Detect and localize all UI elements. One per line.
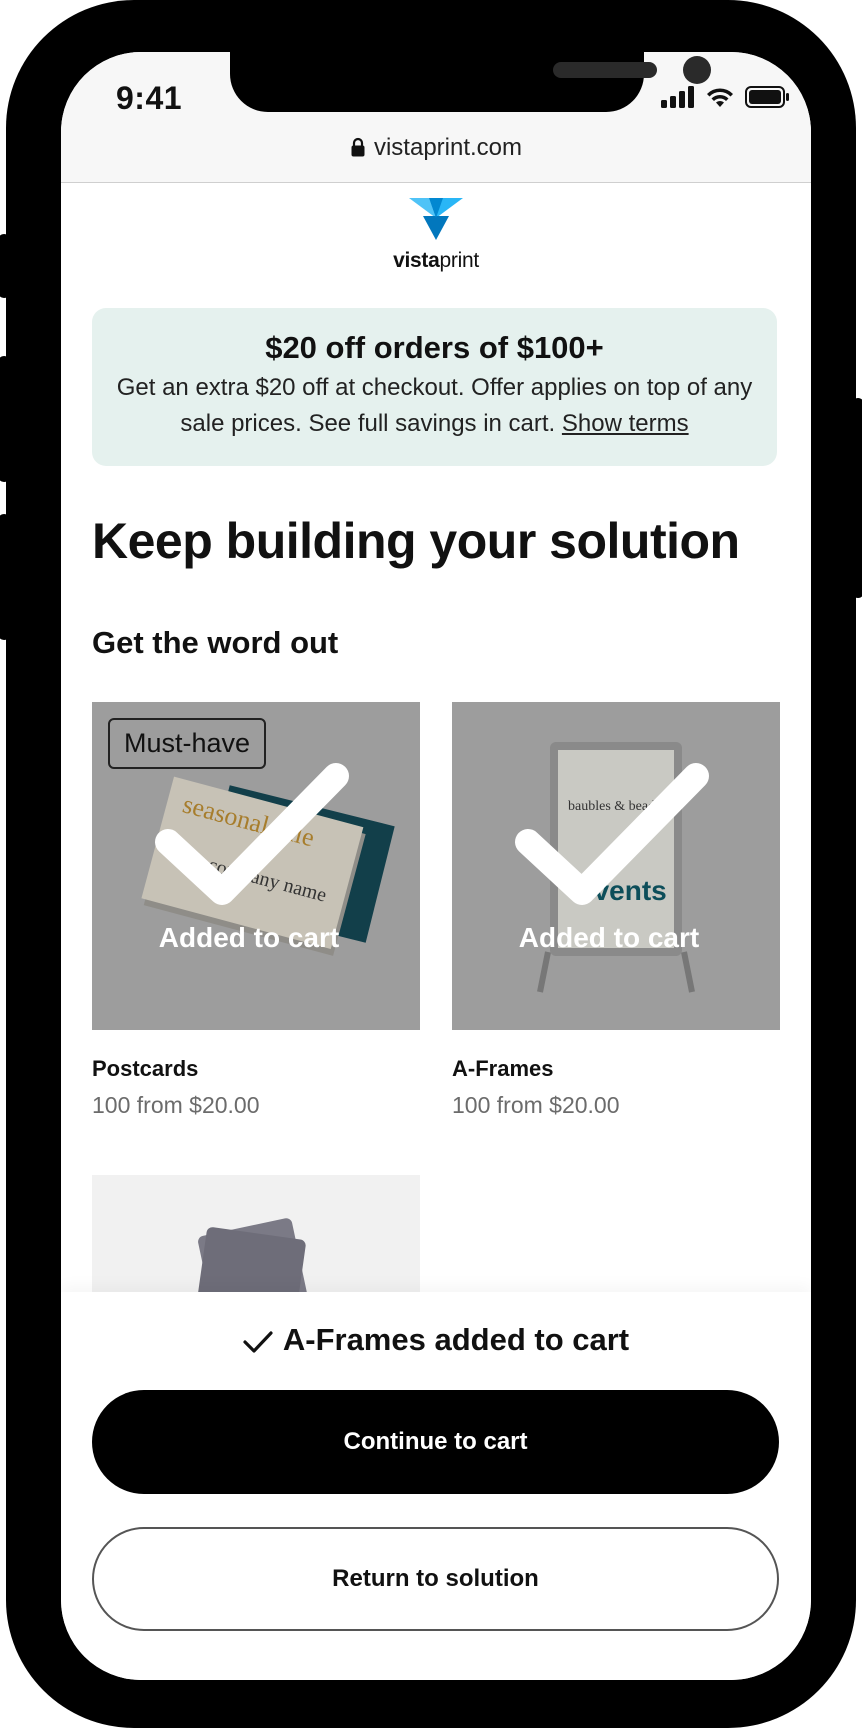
product-price: 100 from $20.00 <box>452 1092 620 1118</box>
check-icon <box>515 763 709 905</box>
side-button-volume-up <box>0 356 10 482</box>
side-button-mute <box>0 234 10 298</box>
product-image-postcards[interactable]: seasonal sale company name Must-have Add… <box>92 702 420 1030</box>
return-to-solution-button[interactable]: Return to solution <box>92 1527 779 1631</box>
promo-title: $20 off orders of $100+ <box>265 330 604 365</box>
speaker-grille <box>553 62 657 78</box>
product-image-hang-tags[interactable] <box>92 1175 420 1292</box>
product-name[interactable]: Postcards <box>92 1056 420 1082</box>
lock-icon <box>351 137 365 157</box>
divider <box>61 182 811 183</box>
vistaprint-logo-mark-icon <box>409 198 463 240</box>
add-to-cart-sheet: A-Frames added to cart Continue to cart … <box>61 1292 811 1680</box>
signal-icon <box>661 86 694 108</box>
hang-tags-illustration <box>197 1218 309 1292</box>
product-card-a-frames[interactable]: baubles & beads events Added to cart A-F… <box>452 702 780 1119</box>
url-text: vistaprint.com <box>373 134 523 161</box>
logo-wordmark: vistaprint <box>61 249 811 273</box>
side-button-volume-down <box>0 514 10 640</box>
front-camera <box>683 56 711 84</box>
status-icons <box>661 86 789 108</box>
promo-banner: $20 off orders of $100+ Get an extra $20… <box>92 308 777 466</box>
continue-to-cart-button[interactable]: Continue to cart <box>92 1390 779 1494</box>
status-time: 9:41 <box>116 80 183 116</box>
battery-icon <box>745 86 789 108</box>
side-button-power <box>852 398 862 598</box>
product-name[interactable]: A-Frames <box>452 1056 780 1082</box>
check-icon <box>243 1331 273 1353</box>
check-icon <box>155 763 349 905</box>
phone-frame: 9:41 vistaprint.com vistaprint $20 off o… <box>0 0 862 1728</box>
page-title: Keep building your solution <box>92 513 740 569</box>
product-card-postcards[interactable]: seasonal sale company name Must-have Add… <box>92 702 420 1119</box>
cart-confirmation: A-Frames added to cart <box>61 1322 811 1358</box>
product-price: 100 from $20.00 <box>92 1092 260 1118</box>
product-image-a-frames[interactable]: baubles & beads events Added to cart <box>452 702 780 1030</box>
added-to-cart-overlay: Added to cart <box>518 922 700 953</box>
cart-confirmation-text: A-Frames added to cart <box>282 1322 630 1357</box>
address-bar[interactable]: vistaprint.com <box>61 134 811 162</box>
show-terms-link[interactable]: Show terms <box>562 410 689 437</box>
promo-body: Get an extra $20 off at checkout. Offer … <box>92 370 777 442</box>
status-bar: 9:41 vistaprint.com <box>61 52 811 182</box>
logo-wordmark-light: print <box>439 249 480 272</box>
product-card-partial[interactable] <box>92 1175 420 1292</box>
wifi-icon <box>707 88 733 107</box>
vistaprint-logo[interactable]: vistaprint <box>61 196 811 273</box>
logo-wordmark-bold: vista <box>393 249 440 272</box>
added-to-cart-overlay: Added to cart <box>158 922 340 953</box>
device-notch <box>230 52 711 112</box>
phone-screen: 9:41 vistaprint.com vistaprint $20 off o… <box>61 52 811 1680</box>
section-title: Get the word out <box>92 625 339 660</box>
